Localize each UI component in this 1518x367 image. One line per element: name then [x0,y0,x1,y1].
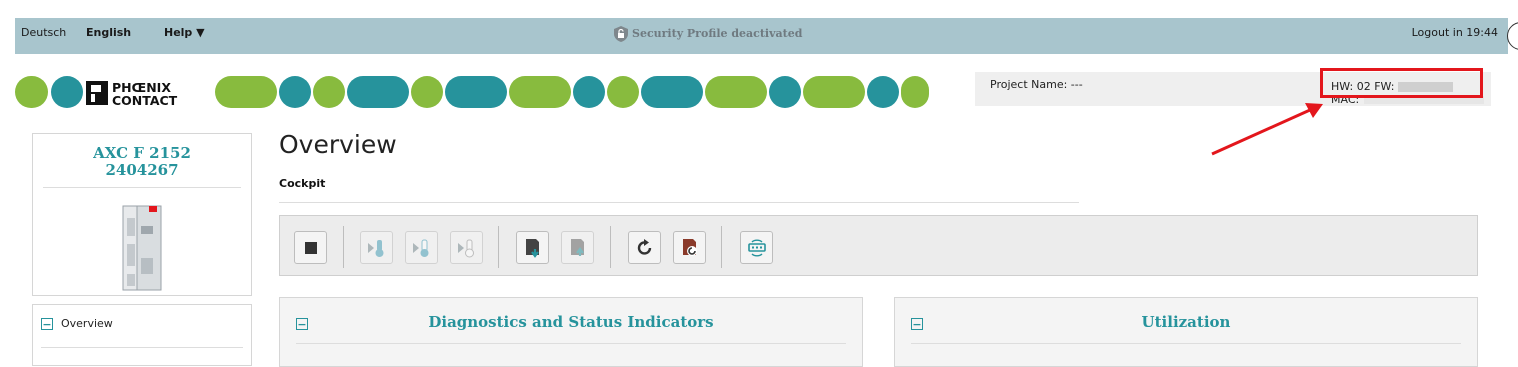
reset-icon [683,239,697,256]
shield-icon [614,26,628,42]
hot-start-button[interactable] [450,231,483,264]
sidebar-item-label: Overview [61,317,113,330]
cold-start-button[interactable] [360,231,393,264]
utilization-panel-title: Utilization [1141,313,1231,331]
collapse-icon[interactable]: − [41,318,53,330]
help-menu[interactable]: Help ▼ [164,26,205,39]
warm-start-button[interactable] [405,231,438,264]
annotation-arrow [1211,103,1323,156]
sidebar-item-overview[interactable]: − Overview [41,317,113,330]
reset-button[interactable] [673,231,706,264]
warm-start-icon [413,239,429,257]
logout-timer-link[interactable]: Logout in 19:44 [1412,26,1498,39]
hot-start-icon [458,239,474,258]
cold-start-icon [368,240,384,257]
network-refresh-button[interactable] [740,231,773,264]
device-model: AXC F 2152 [93,144,191,162]
page-subtitle: Cockpit [279,177,326,190]
reboot-button[interactable] [628,231,661,264]
page-title: Overview [279,130,397,159]
controller-image [122,205,162,291]
security-profile-text: Security Profile deactivated [632,27,803,40]
stop-icon [305,242,317,254]
title-divider [279,202,1079,203]
security-profile-status: Security Profile deactivated [612,25,802,43]
highlight-box [1320,68,1483,98]
device-article-number: 2404267 [105,161,179,179]
sd-card-upload-button[interactable] [561,231,594,264]
svg-text:CONTACT: CONTACT [112,93,178,106]
device-card: AXC F 2152 2404267 [32,133,252,296]
stop-button[interactable] [294,231,327,264]
network-refresh-icon [748,239,766,257]
diagnostics-panel-title: Diagnostics and Status Indicators [428,313,714,331]
sd-card-upload-icon [571,239,584,256]
sd-card-download-icon [526,239,539,258]
phoenix-contact-logo: PHŒNIX CONTACT [85,80,212,108]
top-bar: Deutsch English Help ▼ Security Profile … [15,18,1508,54]
language-english-link[interactable]: English [86,26,131,39]
language-deutsch-link[interactable]: Deutsch [21,26,66,39]
sd-card-download-button[interactable] [516,231,549,264]
info-circle-button[interactable] [1507,22,1518,50]
reboot-icon [637,239,652,255]
cockpit-toolbar [279,215,1478,276]
project-name-label: Project Name: --- [990,78,1083,91]
